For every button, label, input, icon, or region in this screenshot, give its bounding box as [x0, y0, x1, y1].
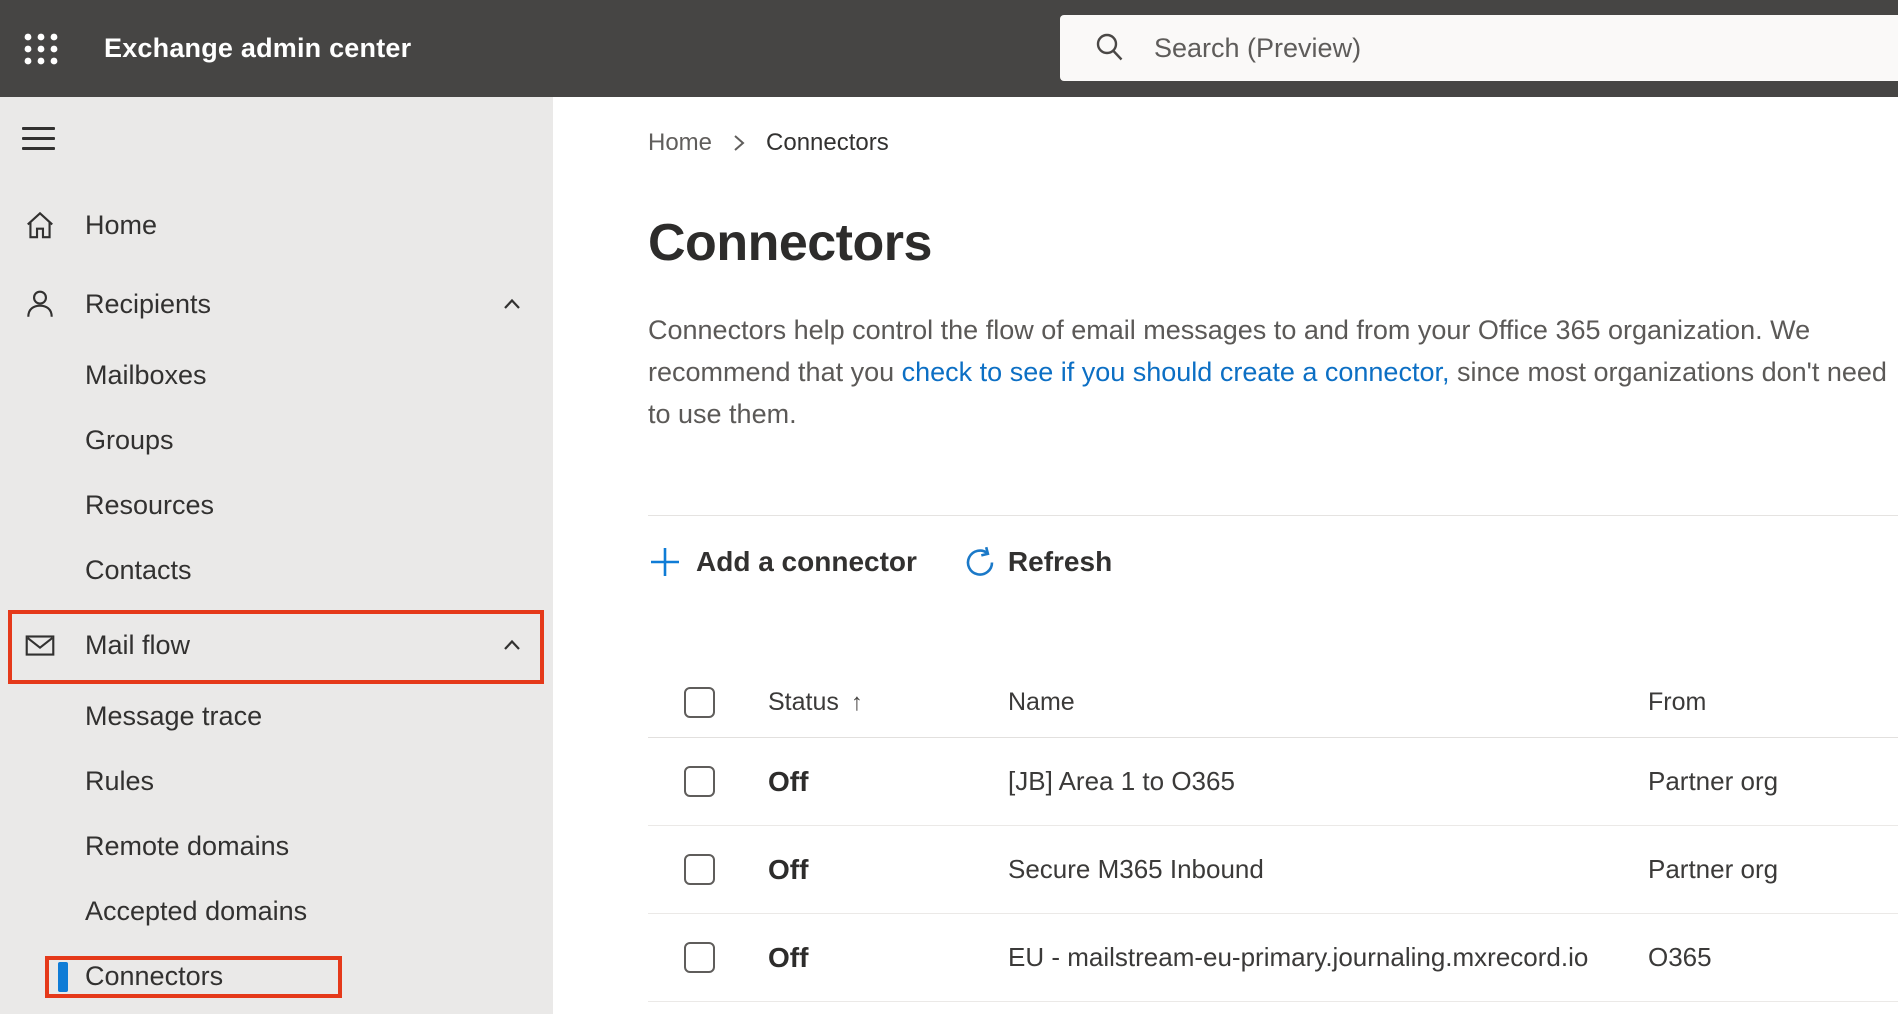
sidebar-item-label: Groups [85, 425, 174, 455]
chevron-right-icon [730, 132, 748, 154]
cell-from: Partner org [1648, 766, 1779, 796]
table-row[interactable]: Off [JB] Area 1 to O365 Partner org [648, 738, 1898, 826]
sidebar-item-mailboxes[interactable]: Mailboxes [0, 343, 553, 408]
column-header-name[interactable]: Name [1008, 688, 1648, 717]
table-header: Status ↑ Name From [648, 668, 1898, 738]
row-checkbox-cell [648, 854, 768, 885]
sidebar-item-label: Connectors [85, 961, 224, 991]
left-nav: Home Recipients Mailboxes Groups Resourc… [0, 97, 553, 1014]
sidebar-item-groups[interactable]: Groups [0, 408, 553, 473]
column-header-status[interactable]: Status ↑ [768, 688, 1008, 717]
add-connector-label: Add a connector [696, 546, 917, 577]
cell-name[interactable]: EU - mailstream-eu-primary.journaling.mx… [1008, 942, 1648, 973]
nav-collapse-button[interactable] [0, 97, 553, 179]
cell-from: O365 [1648, 942, 1712, 972]
app-title: Exchange admin center [104, 33, 412, 63]
chevron-up-icon[interactable] [499, 291, 525, 317]
refresh-icon [963, 545, 997, 579]
main-layout: Home Recipients Mailboxes Groups Resourc… [0, 97, 1898, 1014]
breadcrumb: Home Connectors [648, 129, 1898, 157]
search-input[interactable]: Search (Preview) [1060, 15, 1898, 81]
waffle-icon [23, 31, 59, 67]
row-checkbox[interactable] [684, 942, 715, 973]
sidebar-item-label: Contacts [85, 555, 192, 585]
sidebar-item-label: Remote domains [85, 831, 290, 861]
sidebar-item-contacts[interactable]: Contacts [0, 538, 553, 603]
sidebar-item-accepted-domains[interactable]: Accepted domains [0, 879, 553, 944]
row-checkbox-cell [648, 942, 768, 973]
sidebar-item-label: Mailboxes [85, 360, 207, 390]
sidebar-item-resources[interactable]: Resources [0, 473, 553, 538]
selected-item-indicator [58, 961, 68, 992]
sidebar-item-recipients[interactable]: Recipients [0, 265, 553, 343]
cell-status: Off [768, 853, 809, 885]
hamburger-icon [22, 120, 55, 157]
sidebar-item-rules[interactable]: Rules [0, 749, 553, 814]
breadcrumb-home-link[interactable]: Home [648, 129, 712, 157]
sidebar-item-mail-flow[interactable]: Mail flow [0, 606, 553, 684]
app-launcher-button[interactable] [0, 0, 70, 97]
page-title: Connectors [648, 214, 932, 272]
mail-icon [23, 628, 57, 662]
cell-status: Off [768, 941, 809, 973]
sidebar-item-connectors[interactable]: Connectors [0, 944, 553, 1009]
page-description: Connectors help control the flow of emai… [648, 309, 1898, 435]
plus-icon [648, 545, 682, 579]
cell-status: Off [768, 765, 809, 797]
sidebar-item-label: Home [85, 209, 158, 240]
breadcrumb-current: Connectors [766, 129, 889, 156]
search-icon [1092, 30, 1128, 66]
sidebar-item-home[interactable]: Home [0, 185, 553, 265]
top-app-bar: Exchange admin center Search (Preview) [0, 0, 1898, 97]
main-content: Home Connectors Connectors Connectors he… [553, 97, 1898, 1014]
cell-name[interactable]: [JB] Area 1 to O365 [1008, 766, 1648, 797]
select-all-checkbox[interactable] [684, 687, 715, 718]
refresh-label: Refresh [1007, 546, 1113, 577]
sidebar-item-message-trace[interactable]: Message trace [0, 684, 553, 749]
search-placeholder-text: Search (Preview) [1154, 32, 1362, 63]
sidebar-item-label: Mail flow [85, 629, 191, 660]
sidebar-item-label: Rules [85, 766, 155, 796]
sidebar-item-label: Message trace [85, 701, 263, 731]
chevron-up-icon[interactable] [499, 632, 525, 658]
add-connector-button[interactable]: Add a connector [648, 545, 917, 579]
sidebar-item-label: Accepted domains [85, 896, 308, 926]
create-connector-check-link[interactable]: check to see if you should create a conn… [902, 357, 1450, 387]
sidebar-item-label: Resources [85, 490, 215, 520]
sort-ascending-icon: ↑ [850, 689, 863, 716]
row-checkbox[interactable] [684, 766, 715, 797]
command-bar: Add a connector Refresh [648, 516, 1898, 608]
header-checkbox-cell [648, 687, 768, 718]
sidebar-item-remote-domains[interactable]: Remote domains [0, 814, 553, 879]
sidebar-item-label: Recipients [85, 288, 212, 319]
cell-from: Partner org [1648, 854, 1779, 884]
column-header-from[interactable]: From [1648, 688, 1898, 717]
table-row[interactable]: Off Secure M365 Inbound Partner org [648, 826, 1898, 914]
home-icon [23, 208, 57, 242]
refresh-button[interactable]: Refresh [963, 545, 1112, 579]
row-checkbox[interactable] [684, 854, 715, 885]
table-row[interactable]: Off EU - mailstream-eu-primary.journalin… [648, 914, 1898, 1002]
person-icon [23, 287, 57, 321]
row-checkbox-cell [648, 766, 768, 797]
cell-name[interactable]: Secure M365 Inbound [1008, 854, 1648, 885]
